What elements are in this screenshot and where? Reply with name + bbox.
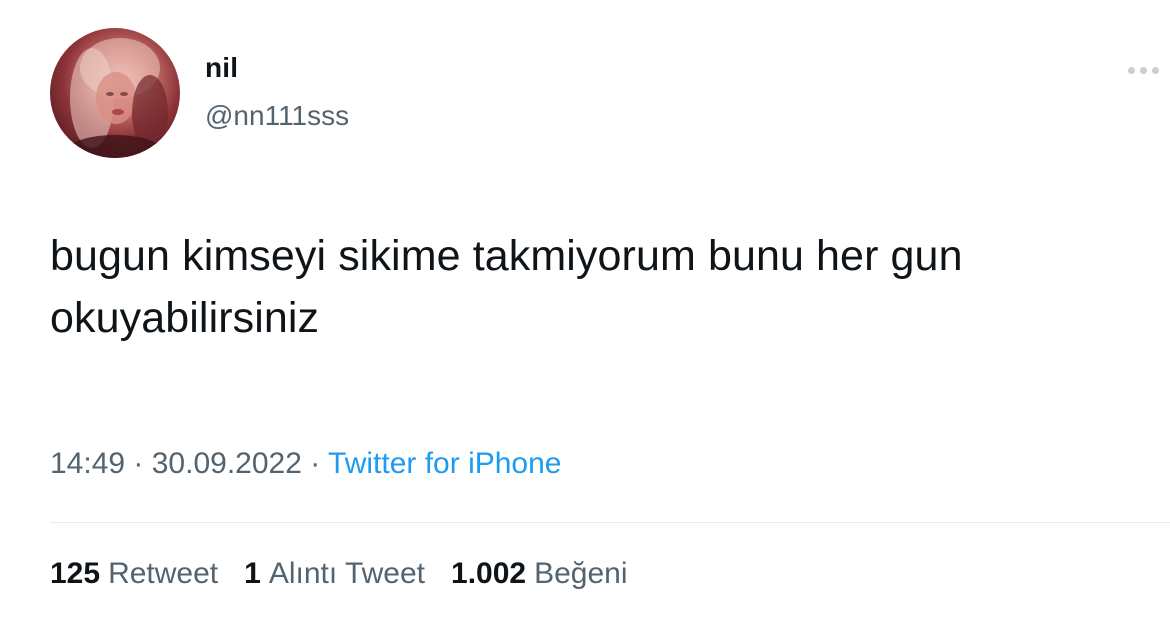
tweet-text: bugun kimseyi sikime takmiyorum bunu her… [50,232,963,342]
tweet-card: nil @nn111sss bugun kimseyi sikime takmi… [0,0,1170,621]
meta-separator: · [133,447,152,480]
divider [50,522,1170,523]
quote-tweets-stat[interactable]: 1 Alıntı Tweet [244,557,425,591]
tweet-source-link[interactable]: Twitter for iPhone [328,447,561,480]
quotes-count: 1 [244,557,261,590]
retweets-stat[interactable]: 125 Retweet [50,557,218,591]
avatar[interactable] [50,28,180,158]
retweets-label: Retweet [108,557,219,590]
likes-label: Beğeni [534,557,628,590]
avatar-image [65,38,168,158]
likes-count: 1.002 [451,557,527,590]
ellipsis-icon [1140,66,1147,74]
tweet-time[interactable]: 14:49 [50,447,125,480]
retweets-count: 125 [50,557,101,590]
ellipsis-icon [1128,66,1135,74]
tweet-date[interactable]: 30.09.2022 [152,447,302,480]
author-name[interactable]: nil [205,52,238,84]
more-options-button[interactable] [1128,58,1168,82]
tweet-stats: 125 Retweet 1 Alıntı Tweet 1.002 Beğeni [50,557,628,591]
quotes-label: Alıntı Tweet [268,557,426,590]
ellipsis-icon [1152,66,1159,74]
tweet-meta: 14:49 · 30.09.2022 · Twitter for iPhone [50,447,561,481]
author-handle[interactable]: @nn111sss [205,100,349,132]
likes-stat[interactable]: 1.002 Beğeni [451,557,628,591]
meta-separator: · [310,447,329,480]
